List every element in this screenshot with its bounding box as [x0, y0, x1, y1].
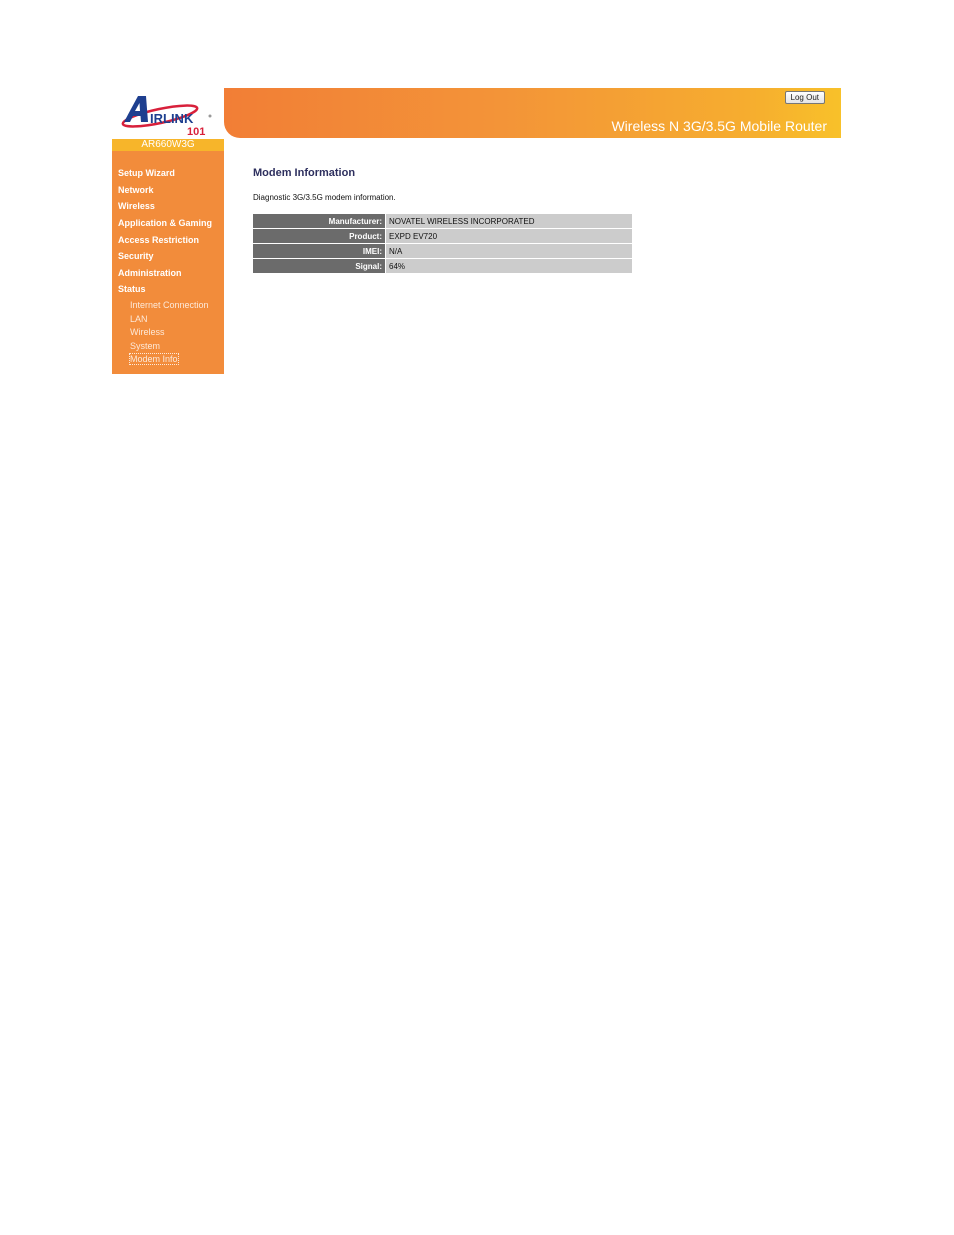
imei-label: IMEI: — [253, 243, 386, 259]
sidebar-item-status[interactable]: Status — [118, 284, 146, 294]
airlink-logo-icon: IRLINK 101 — [121, 96, 212, 136]
sidebar-item-setup-wizard[interactable]: Setup Wizard — [118, 168, 175, 178]
model-label: AR660W3G — [112, 139, 224, 151]
header-banner: Log Out Wireless N 3G/3.5G Mobile Router — [224, 88, 841, 138]
sidebar-subitem-lan[interactable]: LAN — [130, 314, 148, 324]
sidebar-item-security[interactable]: Security — [118, 251, 154, 261]
sidebar-item-wireless[interactable]: Wireless — [118, 201, 155, 211]
sidebar-subitem-internet-connection[interactable]: Internet Connection — [130, 300, 209, 310]
imei-value: N/A — [385, 243, 632, 259]
product-label: Product: — [253, 228, 386, 244]
sidebar-item-access-restriction[interactable]: Access Restriction — [118, 235, 199, 245]
airlink-logo: IRLINK 101 — [112, 88, 224, 138]
table-row: Signal: 64% — [253, 258, 632, 274]
signal-label: Signal: — [253, 258, 386, 274]
sidebar-nav: Setup Wizard Network Wireless Applicatio… — [112, 151, 224, 374]
modem-info-table: Manufacturer: NOVATEL WIRELESS INCORPORA… — [253, 214, 632, 274]
sidebar-item-administration[interactable]: Administration — [118, 268, 182, 278]
table-row: IMEI: N/A — [253, 243, 632, 259]
table-row: Manufacturer: NOVATEL WIRELESS INCORPORA… — [253, 214, 632, 229]
sidebar-subitem-modem-info[interactable]: Modem Info — [129, 353, 179, 365]
signal-value: 64% — [385, 258, 632, 274]
manufacturer-label: Manufacturer: — [253, 214, 386, 229]
svg-text:IRLINK: IRLINK — [150, 111, 194, 126]
sidebar-item-application-gaming[interactable]: Application & Gaming — [118, 218, 212, 228]
product-title: Wireless N 3G/3.5G Mobile Router — [611, 118, 827, 134]
table-row: Product: EXPD EV720 — [253, 228, 632, 244]
sidebar-subitem-wireless[interactable]: Wireless — [130, 327, 165, 337]
logo-101: 101 — [187, 126, 205, 136]
sidebar-item-network[interactable]: Network — [118, 185, 154, 195]
manufacturer-value: NOVATEL WIRELESS INCORPORATED — [385, 214, 632, 229]
page-description: Diagnostic 3G/3.5G modem information. — [253, 193, 396, 202]
logout-button[interactable]: Log Out — [784, 91, 825, 104]
sidebar-subitem-system[interactable]: System — [130, 341, 160, 351]
page-title: Modem Information — [253, 167, 356, 179]
product-value: EXPD EV720 — [385, 228, 632, 244]
